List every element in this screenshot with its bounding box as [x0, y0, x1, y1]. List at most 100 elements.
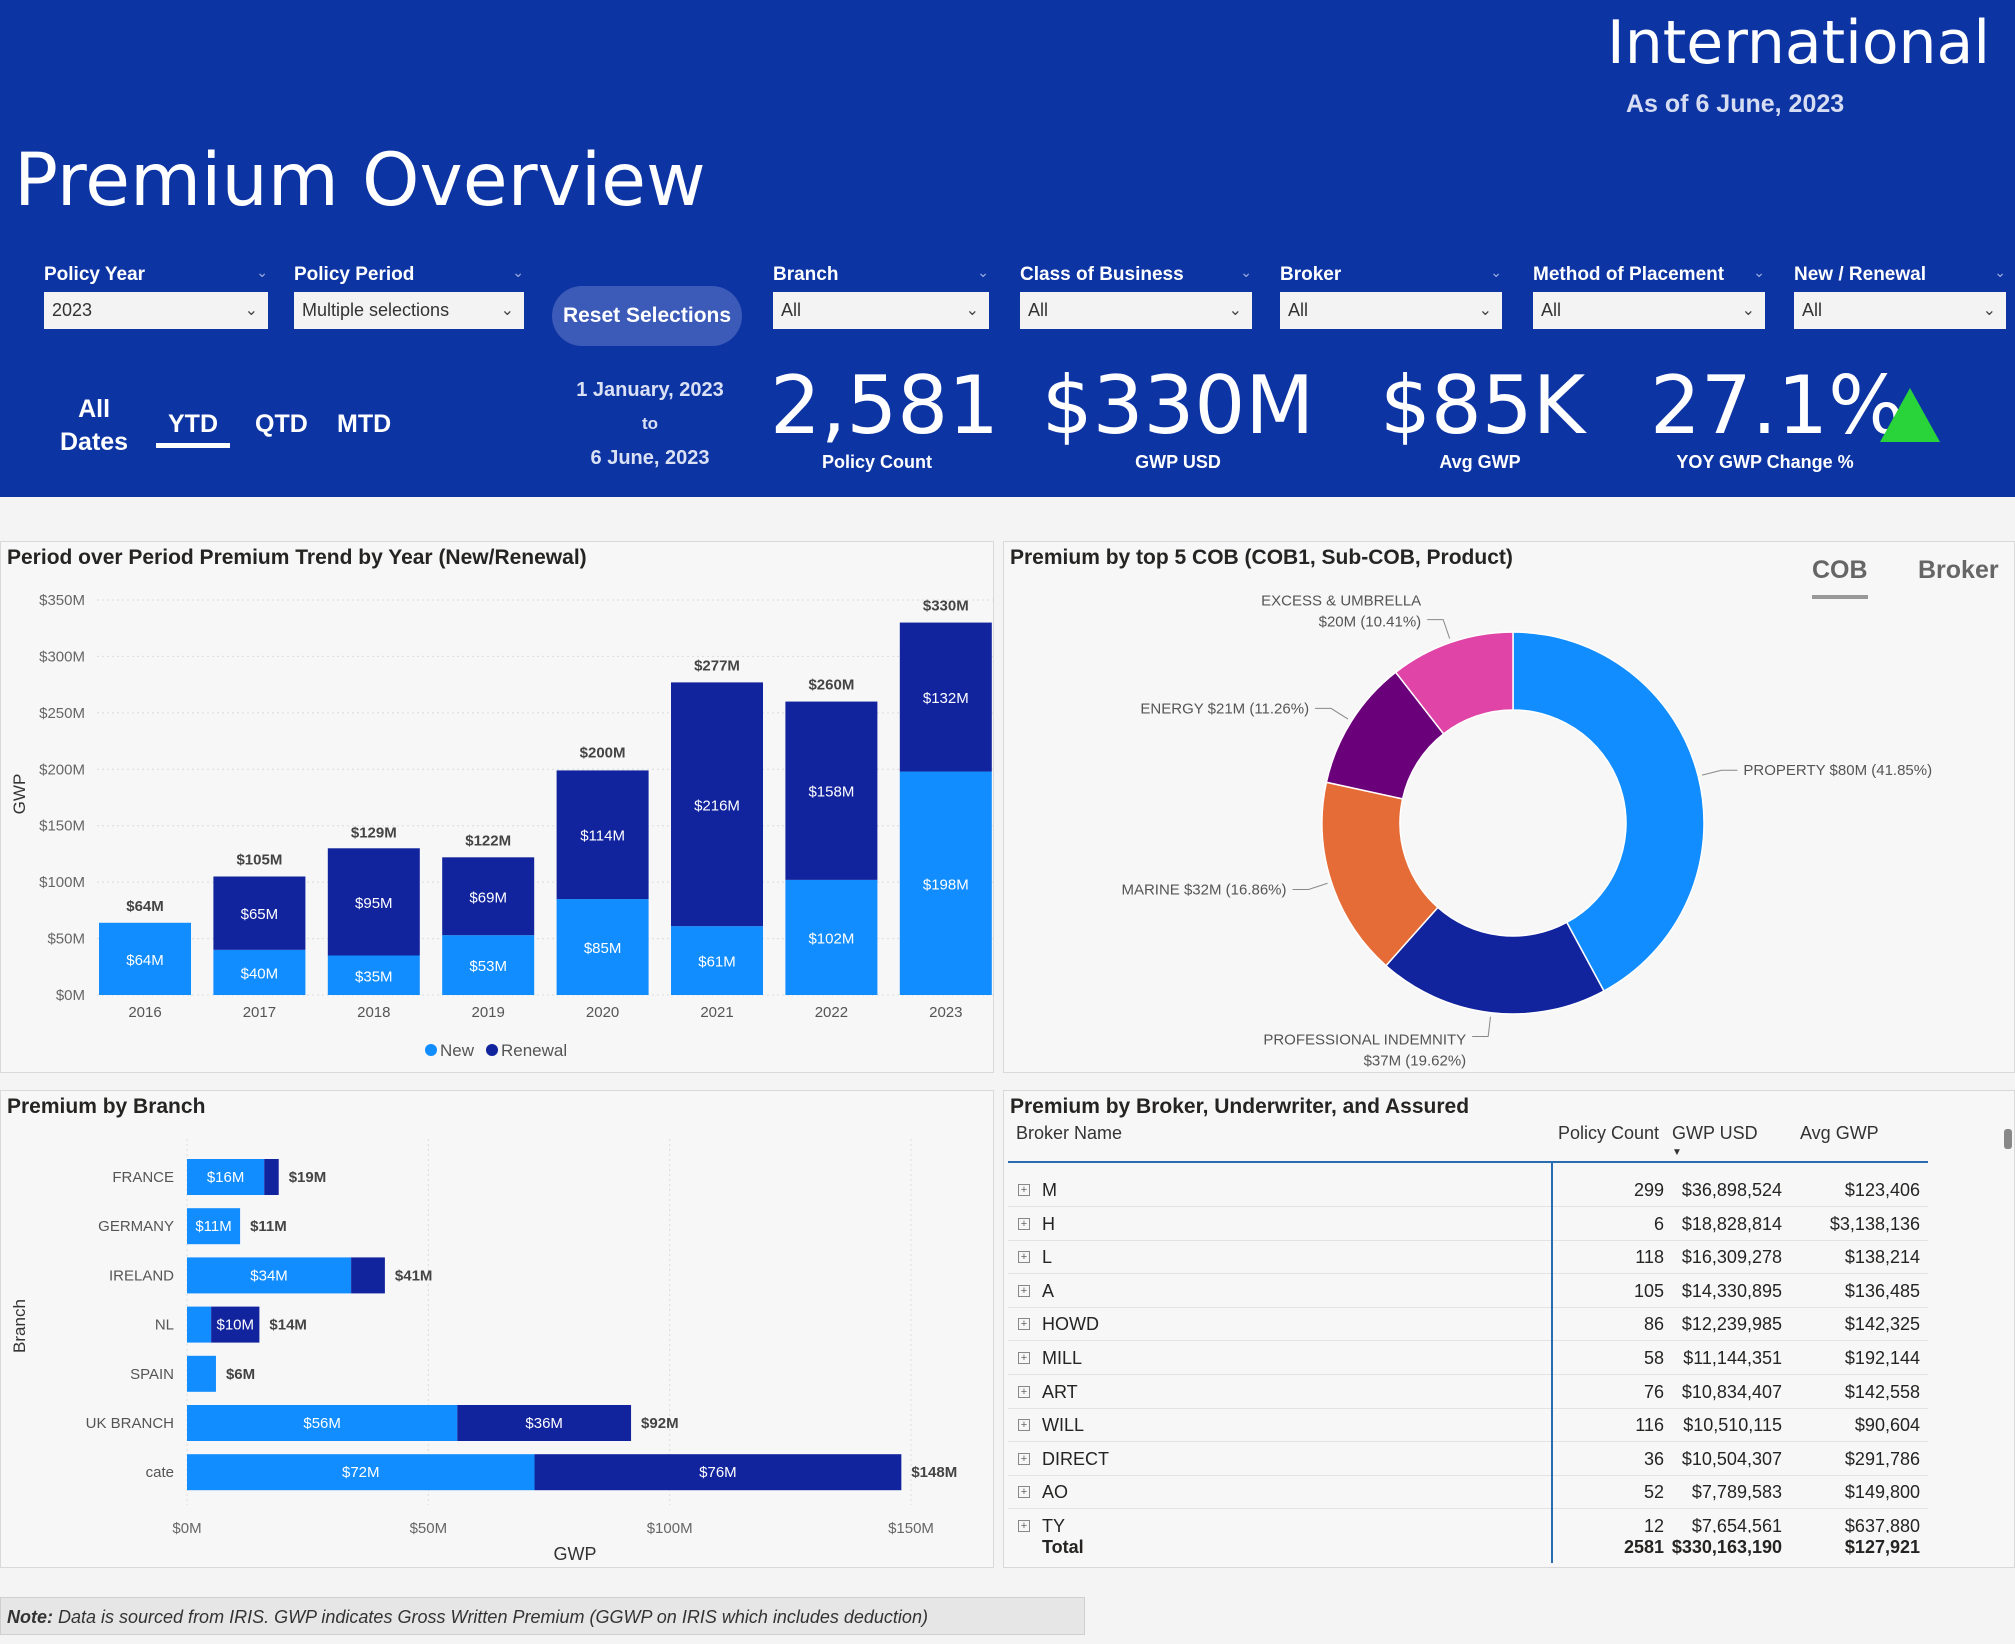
column-divider [1551, 1163, 1553, 1563]
cell-gwp: $12,239,985 [1681, 1314, 1782, 1335]
expand-icon[interactable]: + [1018, 1251, 1030, 1264]
slicer-dropdown[interactable]: All ⌄ [1280, 292, 1502, 329]
kpi-policy-count: 2,581 Policy Count [770, 359, 1000, 473]
chevron-down-icon[interactable]: ⌄ [1240, 264, 1252, 281]
kpi-caption: GWP USD [1135, 452, 1221, 472]
kpi-caption: YOY GWP Change % [1676, 452, 1854, 472]
branch-panel: Premium by Branch $0M $50M $100M $150M GWP Br… [0, 1090, 994, 1568]
expand-icon[interactable]: + [1018, 1318, 1030, 1331]
note-label: Note: [7, 1607, 53, 1627]
expand-icon[interactable]: + [1018, 1385, 1030, 1398]
cell-name: M [1042, 1180, 1057, 1200]
x-tick-label: 2016 [128, 1004, 161, 1021]
table-row[interactable]: + DIRECT 36 $10,504,307 $291,786 [1008, 1442, 1928, 1476]
slicer-broker[interactable]: Broker ⌄ All ⌄ [1280, 264, 1502, 329]
slicer-dropdown[interactable]: Multiple selections ⌄ [294, 292, 524, 329]
table-row[interactable]: + M 299 $36,898,524 $123,406 [1008, 1173, 1928, 1207]
legend-marker-renewal [486, 1044, 498, 1056]
col-gwp-usd[interactable]: GWP USD [1672, 1123, 1758, 1144]
expand-icon[interactable]: + [1018, 1217, 1030, 1230]
cell-gwp: $7,654,561 [1691, 1516, 1782, 1533]
kpi-yoy-change: 27.1% YOY GWP Change % [1650, 359, 1905, 473]
x-tick-label: $150M [888, 1520, 934, 1537]
date-range: 1 January, 2023 to 6 June, 2023 [560, 373, 740, 475]
expand-icon[interactable]: + [1018, 1520, 1030, 1532]
expand-icon[interactable]: + [1018, 1419, 1030, 1432]
slicer-policy-period[interactable]: Policy Period ⌄ Multiple selections ⌄ [294, 264, 524, 329]
slicer-dropdown[interactable]: All ⌄ [1533, 292, 1765, 329]
cell-name: L [1042, 1247, 1053, 1268]
cell-gwp: $14,330,895 [1681, 1280, 1782, 1301]
total-label: $200M [580, 744, 626, 761]
kpi-value: 27.1% [1650, 359, 1905, 452]
slice-label: PROFESSIONAL INDEMNITY [1263, 1032, 1466, 1049]
legend-marker-new [425, 1044, 437, 1056]
slicer-policy-year[interactable]: Policy Year ⌄ 2023 ⌄ [44, 264, 268, 329]
table-row[interactable]: + HOWD 86 $12,239,985 $142,325 [1008, 1307, 1928, 1342]
data-label: $198M [923, 876, 969, 893]
y-tick-label: FRANCE [112, 1169, 174, 1186]
table-row[interactable]: + A 105 $14,330,895 $136,485 [1008, 1274, 1928, 1308]
reset-selections-button[interactable]: Reset Selections [552, 286, 742, 346]
x-tick-label: 2021 [700, 1004, 733, 1021]
x-tick-label: 2019 [472, 1004, 505, 1021]
leader-line [1427, 619, 1451, 639]
table-scrollbar[interactable] [2004, 1129, 2012, 1149]
slicer-class-of-business[interactable]: Class of Business ⌄ All ⌄ [1020, 264, 1252, 329]
leader-line [1315, 707, 1349, 720]
kpi-value: 2,581 [770, 359, 1000, 452]
tab-ytd[interactable]: YTD [156, 410, 230, 448]
leader-line [1472, 1016, 1491, 1038]
cell-count: 116 [1635, 1415, 1664, 1436]
chevron-down-icon[interactable]: ⌄ [512, 264, 524, 281]
chevron-down-icon[interactable]: ⌄ [977, 264, 989, 281]
table-row[interactable]: + TY 12 $7,654,561 $637,880 [1008, 1509, 1928, 1533]
slicer-dropdown[interactable]: 2023 ⌄ [44, 292, 268, 329]
col-policy-count[interactable]: Policy Count [1558, 1123, 1659, 1144]
x-axis-title: GWP [554, 1544, 597, 1564]
chevron-down-icon[interactable]: ⌄ [1753, 264, 1765, 281]
table-row[interactable]: + L 118 $16,309,278 $138,214 [1008, 1240, 1928, 1275]
table-row[interactable]: + H 6 $18,828,814 $3,138,136 [1008, 1207, 1928, 1241]
slicer-dropdown[interactable]: All ⌄ [1020, 292, 1252, 329]
slicer-method-of-placement[interactable]: Method of Placement ⌄ All ⌄ [1533, 264, 1765, 329]
y-tick-label: IRELAND [109, 1267, 174, 1284]
table-row[interactable]: + MILL 58 $11,144,351 $192,144 [1008, 1341, 1928, 1375]
slicer-new-renewal[interactable]: New / Renewal ⌄ All ⌄ [1794, 264, 2006, 329]
as-of-date: As of 6 June, 2023 [1626, 90, 1845, 118]
slice-label: $20M (10.41%) [1319, 614, 1422, 631]
expand-icon[interactable]: + [1018, 1486, 1030, 1499]
data-label: $95M [355, 895, 393, 912]
expand-icon[interactable]: + [1018, 1352, 1030, 1364]
slicer-branch[interactable]: Branch ⌄ All ⌄ [773, 264, 989, 329]
tab-qtd[interactable]: QTD [255, 410, 308, 439]
chevron-down-icon[interactable]: ⌄ [1490, 264, 1502, 281]
cell-gwp: $7,789,583 [1691, 1482, 1782, 1503]
tab-mtd[interactable]: MTD [337, 410, 391, 439]
y-tick-label: $150M [39, 818, 85, 835]
cell-count: 299 [1633, 1180, 1664, 1200]
expand-icon[interactable]: + [1018, 1452, 1030, 1465]
expand-icon[interactable]: + [1018, 1184, 1030, 1196]
slicer-value: All [1288, 300, 1309, 320]
tab-all-dates[interactable]: All Dates [60, 393, 128, 459]
slice-label: MARINE $32M (16.86%) [1121, 881, 1286, 898]
expand-icon[interactable]: + [1018, 1284, 1030, 1297]
slicer-dropdown[interactable]: All ⌄ [773, 292, 989, 329]
col-broker-name[interactable]: Broker Name [1016, 1123, 1122, 1144]
table-row[interactable]: + AO 52 $7,789,583 $149,800 [1008, 1475, 1928, 1510]
table-header: Broker Name Policy Count GWP USD ▼ Avg G… [1008, 1123, 1928, 1163]
table-row[interactable]: + WILL 116 $10,510,115 $90,604 [1008, 1408, 1928, 1443]
table-row[interactable]: + ART 76 $10,834,407 $142,558 [1008, 1375, 1928, 1409]
chevron-down-icon[interactable]: ⌄ [256, 264, 268, 281]
cell-name: MILL [1042, 1348, 1083, 1368]
chevron-down-icon[interactable]: ⌄ [1994, 264, 2006, 281]
slicer-dropdown[interactable]: All ⌄ [1794, 292, 2006, 329]
chevron-down-icon: ⌄ [1228, 302, 1242, 319]
col-avg-gwp[interactable]: Avg GWP [1800, 1123, 1879, 1144]
kpi-caption: Avg GWP [1439, 452, 1521, 472]
data-label: $64M [126, 952, 164, 969]
y-tick-label: $300M [39, 648, 85, 665]
total-label: $122M [465, 832, 511, 849]
cell-gwp: $18,828,814 [1681, 1213, 1782, 1234]
